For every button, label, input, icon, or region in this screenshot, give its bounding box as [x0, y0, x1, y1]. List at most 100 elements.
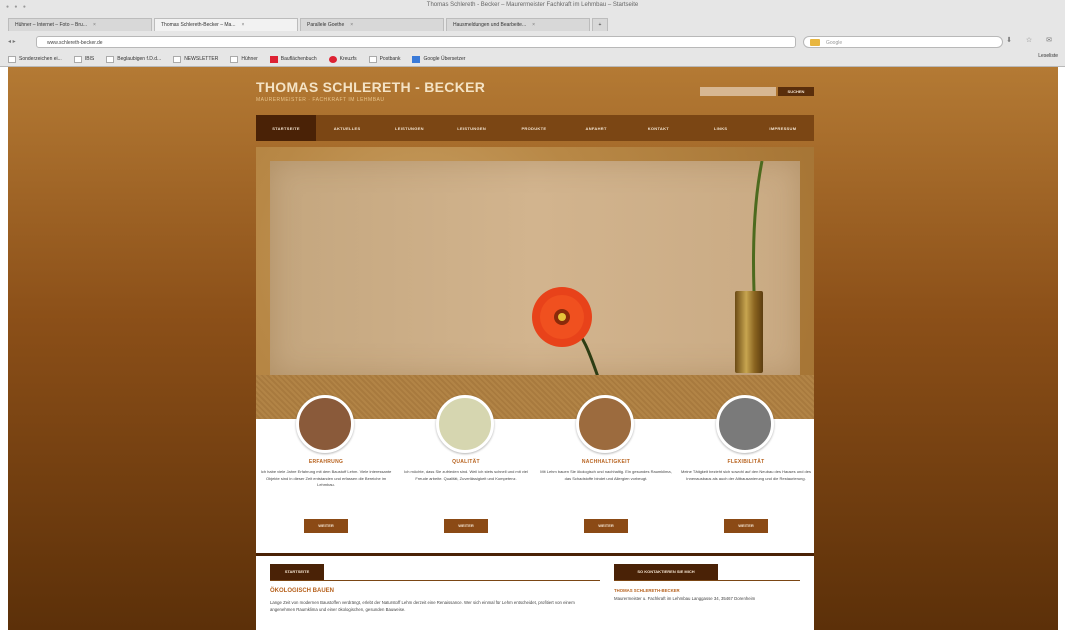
nav-item-startseite[interactable]: STARTSEITE	[256, 115, 316, 141]
toolbar-icons[interactable]: ⬇ ☆ ✉	[1006, 36, 1058, 44]
feature-card: QUALITÄT Ich möchte, dass Sie zufrieden …	[396, 395, 536, 553]
bookmark-label: Postbank	[379, 56, 401, 62]
content-text: Lange Zeit von modernen Baustoffen verdr…	[270, 600, 575, 612]
blue-icon	[412, 55, 421, 63]
feature-card: FLEXIBILITÄT Meine Tätigkeit bezieht sic…	[676, 395, 816, 553]
vase-graphic	[735, 291, 763, 373]
web-page: THOMAS SCHLERETH - BECKER MAURERMEISTER …	[8, 67, 1058, 630]
feature-image	[716, 395, 774, 453]
bookmark-item[interactable]: Kreuzfs	[328, 55, 357, 63]
bookmark-item[interactable]: Hühner	[230, 55, 258, 63]
feature-card: NACHHALTIGKEIT Mit Lehm bauen Sie ökolog…	[536, 395, 676, 553]
bookmark-label: Bauflächenbuch	[280, 56, 317, 62]
flower-graphic	[532, 287, 600, 378]
close-icon[interactable]: ×	[532, 22, 535, 28]
close-icon[interactable]: ×	[241, 22, 244, 28]
tab-bar: Hühner – Internet – Foto – Bru... × Thoma…	[8, 18, 610, 32]
content-section: STARTSEITE ÖKOLOGISCH BAUEN Lange Zeit v…	[256, 556, 814, 630]
doc-icon	[230, 55, 239, 63]
contact-name: THOMAS SCHLERETH-BECKER	[614, 588, 680, 593]
feature-text: Mit Lehm bauen Sie ökologisch und nachha…	[540, 469, 672, 481]
window-title: Thomas Schlereth - Becker – Maurermeiste…	[426, 2, 639, 8]
content-tab: STARTSEITE	[270, 564, 324, 580]
tab-label: Parallele Goethe	[307, 22, 345, 28]
feature-title: FLEXIBILITÄT	[727, 459, 765, 465]
doc-icon	[368, 55, 377, 63]
nav-item-leistungen-2[interactable]: LEISTUNGEN	[441, 115, 503, 141]
address-row: ◂ ▸ www.schlereth-becker.de Google ⬇ ☆ ✉	[8, 36, 1058, 50]
sidebar-underline	[614, 580, 800, 581]
close-icon[interactable]: ×	[93, 22, 96, 28]
new-tab-button[interactable]: +	[592, 18, 608, 31]
bookmarks-bar: Sonderzeichen ei... IBIS Beglaubigen f.D…	[8, 53, 1058, 65]
bookmark-label: IBIS	[84, 56, 95, 62]
search-field[interactable]: Google	[803, 36, 1003, 48]
bookmark-label: Kreuzfs	[339, 56, 357, 62]
bookmark-label: Google Übersetzer	[423, 56, 466, 62]
feature-more-button[interactable]: WEITER	[584, 519, 628, 533]
stem-graphic	[751, 161, 764, 291]
google-icon	[810, 39, 820, 46]
site-container: THOMAS SCHLERETH - BECKER MAURERMEISTER …	[256, 67, 816, 630]
feature-text: Ich möchte, dass Sie zufrieden sind. Wei…	[404, 469, 528, 481]
nav-item-produkte[interactable]: PRODUKTE	[503, 115, 565, 141]
tab-label: Thomas Schlereth-Becker – Ma...	[161, 22, 236, 28]
site-logo[interactable]: THOMAS SCHLERETH - BECKER	[256, 79, 485, 95]
feature-text: Meine Tätigkeit bezieht sich sowohl auf …	[680, 469, 811, 481]
content-title: ÖKOLOGISCH BAUEN	[270, 588, 335, 594]
back-forward-icons[interactable]: ◂ ▸	[8, 38, 16, 45]
site-search-input[interactable]	[700, 87, 776, 96]
doc-icon	[8, 55, 16, 63]
contact-address: Maurermeister u. Fachkraft im Lehmbau La…	[614, 596, 756, 601]
tab-label: Hühner – Internet – Foto – Bru...	[15, 22, 87, 28]
nav-item-aktuelles[interactable]: AKTUELLES	[316, 115, 378, 141]
bookmark-item[interactable]: IBIS	[73, 55, 95, 63]
feature-more-button[interactable]: WEITER	[444, 519, 488, 533]
browser-tab[interactable]: Parallele Goethe ×	[300, 18, 444, 31]
feature-image	[296, 395, 354, 453]
browser-tab[interactable]: Hühner – Internet – Foto – Bru... ×	[8, 18, 152, 31]
feature-title: NACHHALTIGKEIT	[581, 459, 631, 465]
browser-chrome: ● ● ● Thomas Schlereth - Becker – Maurer…	[0, 0, 1065, 67]
feature-image	[436, 395, 494, 453]
hero-image	[270, 161, 800, 378]
bookmark-item[interactable]: Bauflächenbuch	[269, 55, 317, 63]
sidebar-tab: SO KONTAKTIEREN SIE MICH	[614, 564, 718, 580]
bookmark-item[interactable]: NEWSLETTER	[173, 55, 219, 63]
feature-more-button[interactable]: WEITER	[724, 519, 768, 533]
bookmark-label: NEWSLETTER	[184, 56, 219, 62]
feature-more-button[interactable]: WEITER	[304, 519, 348, 533]
nav-item-leistungen[interactable]: LEISTUNGEN	[378, 115, 440, 141]
main-nav: STARTSEITE AKTUELLES LEISTUNGEN LEISTUNG…	[256, 115, 814, 141]
tab-label: Hausmeldungen und Bearbeite...	[453, 22, 527, 28]
feature-text: Ich habe viele Jahre Erfahrung mit dem B…	[260, 469, 392, 488]
bookmark-item[interactable]: Beglaubigen f.D.d...	[106, 55, 162, 63]
browser-tab-active[interactable]: Thomas Schlereth-Becker – Ma... ×	[154, 18, 298, 31]
site-tagline: MAURERMEISTER · FACHKRAFT IM LEHMBAU	[256, 97, 385, 103]
site-search-button[interactable]: SUCHEN	[778, 87, 814, 96]
red-book-icon	[269, 55, 278, 63]
reading-list-button[interactable]: Leseliste	[1038, 53, 1058, 59]
red-dot-icon	[328, 55, 337, 63]
bookmark-label: Hühner	[241, 56, 258, 62]
bookmark-label: Beglaubigen f.D.d...	[117, 56, 162, 62]
bookmark-item[interactable]: Sonderzeichen ei...	[8, 55, 62, 63]
url-field[interactable]: www.schlereth-becker.de	[36, 36, 796, 48]
nav-item-links[interactable]: LINKS	[690, 115, 752, 141]
close-icon[interactable]: ×	[350, 22, 353, 28]
bookmark-item[interactable]: Google Übersetzer	[412, 55, 466, 63]
feature-title: QUALITÄT	[452, 459, 480, 465]
nav-item-impressum[interactable]: IMPRESSUM	[752, 115, 814, 141]
browser-tab[interactable]: Hausmeldungen und Bearbeite... ×	[446, 18, 590, 31]
content-underline	[270, 580, 600, 581]
doc-icon	[173, 55, 182, 63]
feature-title: ERFAHRUNG	[308, 459, 344, 465]
nav-item-kontakt[interactable]: KONTAKT	[627, 115, 689, 141]
features-section: ERFAHRUNG Ich habe viele Jahre Erfahrung…	[256, 395, 816, 553]
hero-slider[interactable]	[256, 147, 814, 419]
feature-card: ERFAHRUNG Ich habe viele Jahre Erfahrung…	[256, 395, 396, 553]
bookmark-item[interactable]: Postbank	[368, 55, 401, 63]
doc-icon	[106, 55, 115, 63]
feature-image	[576, 395, 634, 453]
nav-item-anfahrt[interactable]: ANFAHRT	[565, 115, 627, 141]
